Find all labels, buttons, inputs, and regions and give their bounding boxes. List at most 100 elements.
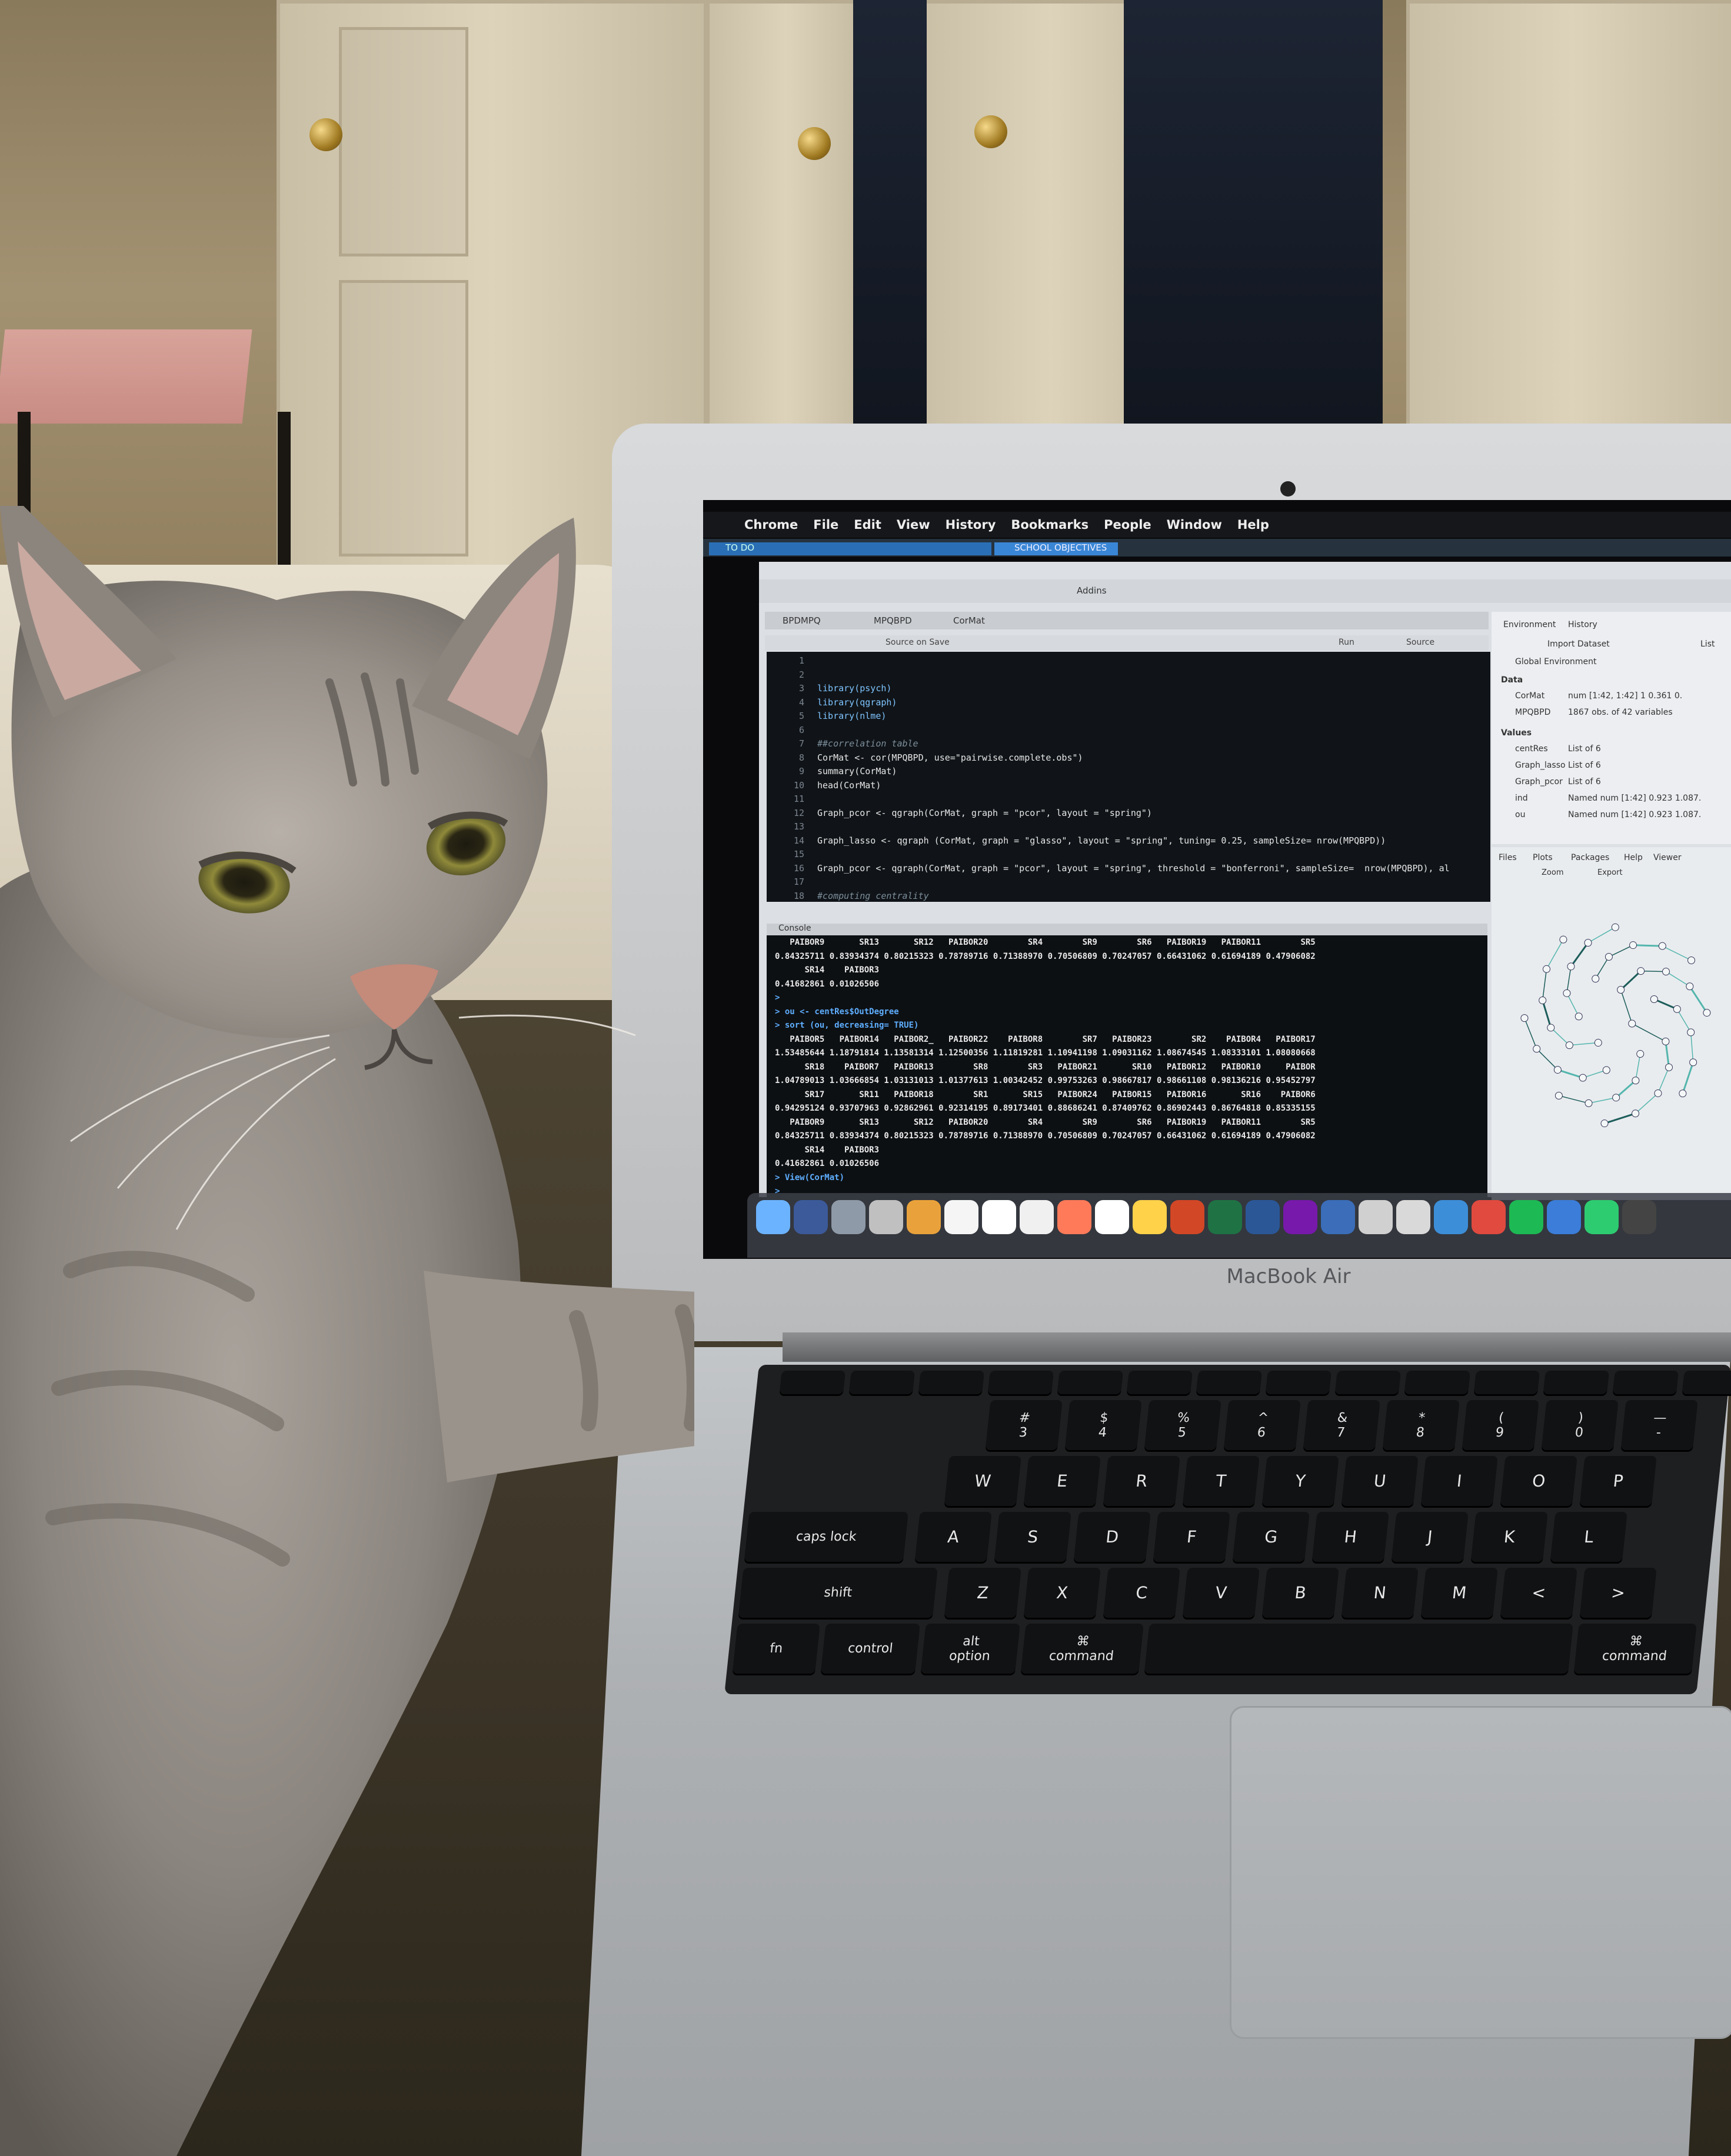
number-key[interactable]: $ 4 xyxy=(1064,1400,1142,1450)
function-key[interactable] xyxy=(1543,1371,1609,1394)
dock-app-icon[interactable] xyxy=(869,1200,903,1234)
tab-environment[interactable]: Environment xyxy=(1503,620,1556,629)
code-line[interactable]: 7 ##correlation table xyxy=(767,738,918,752)
dock-app-icon[interactable] xyxy=(1133,1200,1167,1234)
code-line[interactable]: 3 library(psych) xyxy=(767,683,891,697)
letter-key[interactable]: N xyxy=(1341,1568,1419,1618)
letter-key[interactable]: G xyxy=(1232,1512,1310,1562)
dock-app-icon[interactable] xyxy=(1020,1200,1054,1234)
menu-edit[interactable]: Edit xyxy=(854,518,881,532)
env-variable-name[interactable]: CorMat xyxy=(1515,691,1544,701)
env-variable-name[interactable]: Graph_pcor xyxy=(1515,777,1563,787)
menu-history[interactable]: History xyxy=(946,518,996,532)
letter-key[interactable]: U xyxy=(1341,1456,1419,1506)
letter-key[interactable]: K xyxy=(1470,1512,1548,1562)
number-key[interactable]: * 8 xyxy=(1382,1400,1460,1450)
code-line[interactable]: 6 xyxy=(767,725,817,739)
code-line[interactable]: 12 Graph_pcor <- qgraph(CorMat, graph = "… xyxy=(767,808,1152,822)
tab-packages[interactable]: Packages xyxy=(1571,853,1609,862)
function-key[interactable] xyxy=(1057,1371,1123,1394)
tab-history[interactable]: History xyxy=(1568,620,1597,629)
code-line[interactable]: 16 Graph_pcor <- qgraph(CorMat, graph = "… xyxy=(767,863,1450,877)
letter-key[interactable]: W xyxy=(944,1456,1021,1506)
letter-key[interactable]: X xyxy=(1023,1568,1101,1618)
letter-key[interactable]: F xyxy=(1153,1512,1230,1562)
code-line[interactable]: 9 summary(CorMat) xyxy=(767,766,897,780)
dock-app-icon[interactable] xyxy=(1434,1200,1468,1234)
caps-lock-key[interactable]: caps lock xyxy=(744,1512,908,1562)
dock-app-icon[interactable] xyxy=(982,1200,1016,1234)
code-line[interactable]: 10 head(CorMat) xyxy=(767,780,881,794)
code-line[interactable]: 15 xyxy=(767,849,817,863)
number-key[interactable]: % 5 xyxy=(1144,1400,1221,1450)
number-key[interactable]: ) 0 xyxy=(1541,1400,1619,1450)
function-key[interactable] xyxy=(1612,1371,1679,1394)
import-dataset-button[interactable]: Import Dataset xyxy=(1547,639,1610,649)
code-line[interactable]: 17 xyxy=(767,877,817,891)
function-key[interactable] xyxy=(848,1371,915,1394)
code-editor[interactable]: 1 2 3 library(psych) 4 library(qgraph) 5 librar… xyxy=(767,652,1490,902)
letter-key[interactable]: P xyxy=(1579,1456,1657,1506)
run-button[interactable]: Run xyxy=(1339,638,1354,647)
letter-key[interactable]: C xyxy=(1103,1568,1180,1618)
letter-key[interactable]: E xyxy=(1023,1456,1101,1506)
letter-key[interactable]: J xyxy=(1391,1512,1469,1562)
letter-key[interactable]: O xyxy=(1500,1456,1577,1506)
dock-app-icon[interactable] xyxy=(1472,1200,1506,1234)
number-key[interactable]: # 3 xyxy=(985,1400,1063,1450)
letter-key[interactable]: Y xyxy=(1261,1456,1339,1506)
function-key[interactable] xyxy=(1126,1371,1193,1394)
editor-tab[interactable]: CorMat xyxy=(953,615,985,626)
menu-view[interactable]: View xyxy=(897,518,930,532)
letter-key[interactable]: I xyxy=(1420,1456,1498,1506)
zoom-button[interactable]: Zoom xyxy=(1542,868,1563,877)
code-line[interactable]: 1 xyxy=(767,655,817,669)
list-view-toggle[interactable]: List xyxy=(1700,639,1715,649)
dock-app-icon[interactable] xyxy=(1547,1200,1581,1234)
letter-key[interactable]: T xyxy=(1182,1456,1260,1506)
dock-app-icon[interactable] xyxy=(1321,1200,1355,1234)
addins-button[interactable]: Addins xyxy=(1077,585,1107,596)
menu-people[interactable]: People xyxy=(1104,518,1151,532)
number-key[interactable]: — - xyxy=(1620,1400,1698,1450)
dock-app-icon[interactable] xyxy=(1509,1200,1543,1234)
letter-key[interactable]: H xyxy=(1311,1512,1389,1562)
fn-key[interactable]: fn xyxy=(732,1624,820,1674)
function-key[interactable] xyxy=(1473,1371,1540,1394)
letter-key[interactable]: R xyxy=(1103,1456,1180,1506)
function-key[interactable] xyxy=(918,1371,984,1394)
control-key[interactable]: control xyxy=(820,1624,920,1674)
code-line[interactable]: 14 Graph_lasso <- qgraph (CorMat, graph =… xyxy=(767,835,1386,849)
env-variable-name[interactable]: ou xyxy=(1515,810,1525,819)
dock-app-icon[interactable] xyxy=(1283,1200,1317,1234)
function-key[interactable] xyxy=(987,1371,1054,1394)
tab-help[interactable]: Help xyxy=(1624,853,1643,862)
browser-tab-todo[interactable]: TO DO xyxy=(709,542,991,555)
code-line[interactable]: 5 library(nlme) xyxy=(767,711,886,725)
dock-app-icon[interactable] xyxy=(1396,1200,1430,1234)
function-key[interactable] xyxy=(1334,1371,1401,1394)
dock-app-icon[interactable] xyxy=(831,1200,866,1234)
dock-app-icon[interactable] xyxy=(1095,1200,1129,1234)
function-key[interactable] xyxy=(1682,1371,1731,1394)
dock-app-icon[interactable] xyxy=(1170,1200,1204,1234)
menu-help[interactable]: Help xyxy=(1237,518,1269,532)
letter-key[interactable]: < xyxy=(1500,1568,1577,1618)
letter-key[interactable]: D xyxy=(1073,1512,1151,1562)
editor-tab[interactable]: BPDMPQ xyxy=(783,615,821,626)
source-on-save-checkbox[interactable]: Source on Save xyxy=(886,638,950,647)
dock-app-icon[interactable] xyxy=(756,1200,790,1234)
env-variable-name[interactable]: ind xyxy=(1515,794,1528,803)
menu-window[interactable]: Window xyxy=(1167,518,1222,532)
dock-app-icon[interactable] xyxy=(1584,1200,1619,1234)
number-key[interactable]: & 7 xyxy=(1303,1400,1380,1450)
r-console[interactable]: PAIBOR9 SR13 SR12 PAIBOR20 SR4 SR9 SR6 P… xyxy=(767,935,1487,1200)
editor-tab[interactable]: MPQBPD xyxy=(874,615,912,626)
tab-files[interactable]: Files xyxy=(1499,853,1517,862)
env-variable-name[interactable]: centRes xyxy=(1515,744,1548,754)
tab-plots[interactable]: Plots xyxy=(1533,853,1553,862)
dock-app-icon[interactable] xyxy=(1208,1200,1242,1234)
env-variable-name[interactable]: MPQBPD xyxy=(1515,708,1550,717)
dock-app-icon[interactable] xyxy=(794,1200,828,1234)
dock-app-icon[interactable] xyxy=(1359,1200,1393,1234)
